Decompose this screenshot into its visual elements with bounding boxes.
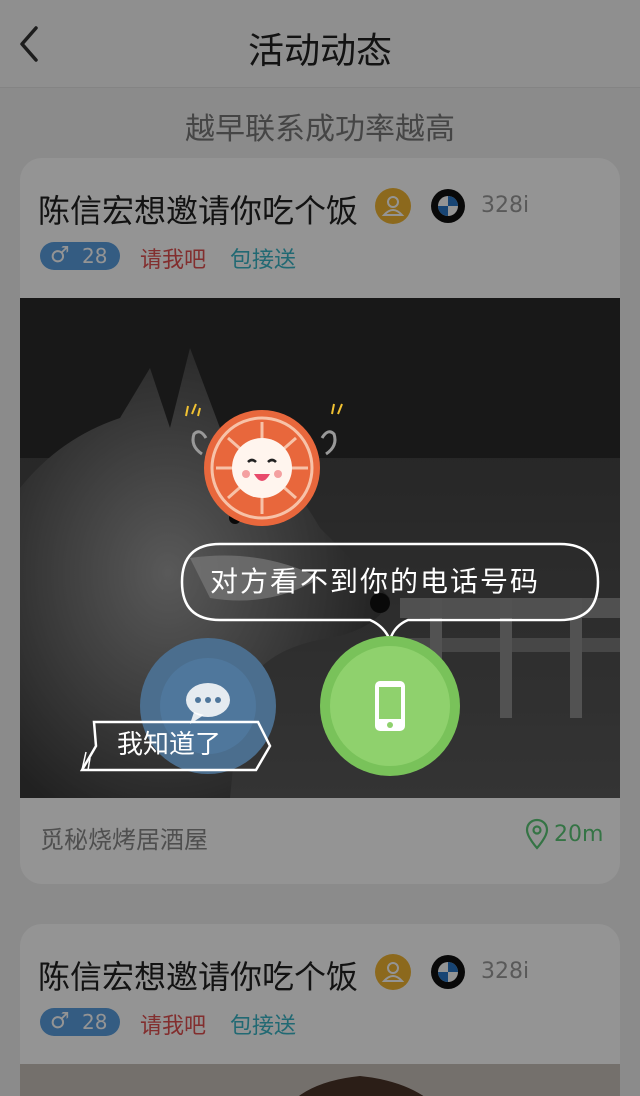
dismiss-label[interactable]: 我知道了 (84, 724, 254, 761)
phone-icon (374, 680, 406, 732)
call-button-inner (330, 646, 450, 766)
mascot-illustration (176, 398, 356, 548)
guide-message: 对方看不到你的电话号码 (209, 565, 540, 598)
call-button[interactable] (320, 636, 460, 776)
